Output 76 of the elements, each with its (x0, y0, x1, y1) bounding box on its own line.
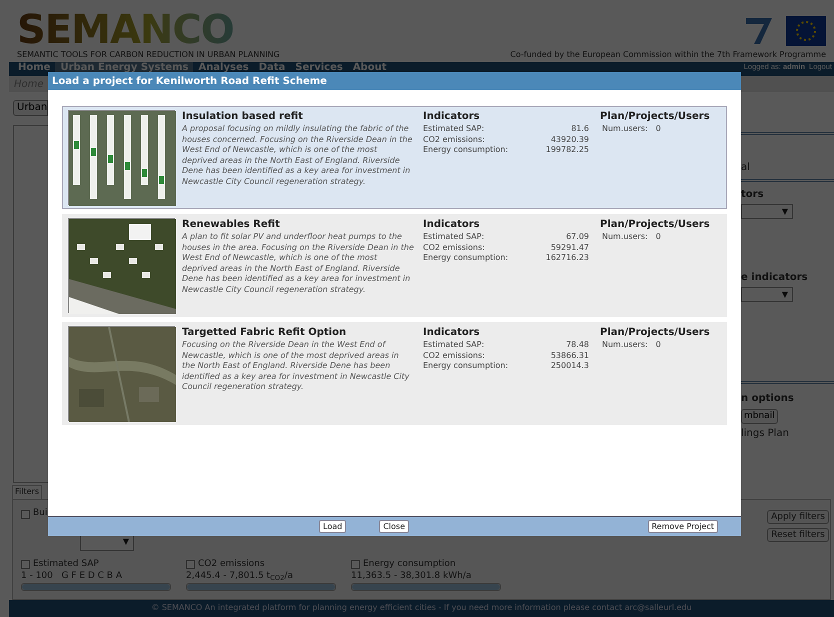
dialog-title: Load a project for Kenilworth Road Refit Scheme (52, 74, 327, 88)
indicator-value: 250014.3 (550, 361, 589, 372)
project-description: A plan to fit solar PV and underfloor heat pumps to the houses in the area. Focusing on the Riverside Dean in the West End of Newcastle, which is one of the most deprived areas in the North East of England. Riverside Dene has been identified as a key area for investment in Newcastle City Council regeneration strategy. (182, 232, 414, 295)
indicator-label: CO2 emissions: (423, 350, 485, 361)
range-label: CO2 emissions (198, 558, 265, 570)
nav-tab[interactable]: Analyses (193, 62, 254, 76)
indicator-label: Energy consumption: (423, 145, 508, 156)
indicator-value: 53866.31 (550, 350, 589, 361)
checkbox[interactable] (351, 560, 360, 568)
checkbox[interactable] (21, 560, 30, 568)
dropdown-arrow-icon: ▼ (122, 536, 129, 548)
eu-flag-icon (786, 16, 826, 46)
footer-text: © SEMANCO An integrated platform for planning energy efficient cities - If you need more information please contact arc@salleurl.edu (151, 603, 692, 613)
nav-tab[interactable]: About (348, 62, 392, 76)
project-title: Insulation based refit (182, 110, 304, 124)
dropdown-arrow-icon: ▼ (782, 206, 788, 218)
indicator-value: 78.48 (566, 340, 589, 350)
checkbox[interactable] (186, 560, 195, 568)
indicator-value: 199782.25 (546, 145, 589, 156)
panel-text: lings Plan (741, 427, 790, 441)
users-label: Num.users: (602, 232, 648, 242)
indicator-value: 81.6 (571, 124, 589, 134)
indicator-value: 43920.39 (550, 134, 589, 145)
panel-heading: e indicators (741, 271, 809, 285)
indicator-label: CO2 emissions: (423, 134, 485, 145)
dropdown-field[interactable]: ▼ (741, 287, 793, 302)
dropdown-arrow-icon: ▼ (782, 288, 788, 300)
users-heading: Plan/Projects/Users (600, 326, 710, 340)
indicators-heading: Indicators (423, 110, 481, 124)
indicator-value: 162716.23 (546, 253, 589, 264)
dialog-button[interactable]: Load (319, 520, 346, 533)
users-value: 0 (656, 124, 661, 134)
filter-button[interactable]: Reset filters (767, 528, 829, 542)
users-label: Num.users: (602, 340, 648, 350)
dialog-button[interactable]: Close (379, 520, 409, 533)
project-card[interactable] (62, 106, 727, 209)
indicator-value: 59291.47 (550, 242, 589, 253)
indicator-value: 67.09 (566, 232, 589, 242)
users-label: Num.users: (602, 124, 648, 134)
indicators-heading: Indicators (423, 218, 481, 232)
indicator-label: Energy consumption: (423, 361, 508, 372)
filter-tab[interactable]: Filters (12, 485, 42, 499)
project-title: Targetted Fabric Refit Option (182, 326, 348, 340)
site-tagline: SEMANTIC TOOLS FOR CARBON REDUCTION IN URBAN PLANNING (17, 50, 280, 60)
nav-tab[interactable]: Data (254, 62, 290, 76)
dropdown-field[interactable]: ▼ (741, 204, 793, 219)
users-heading: Plan/Projects/Users (600, 110, 710, 124)
filter-button[interactable]: Apply filters (767, 510, 829, 524)
nav-tab[interactable]: Home (13, 62, 56, 76)
checkbox-label: Bui (33, 507, 48, 520)
range-label: Estimated SAP (33, 558, 99, 570)
project-title: Renewables Refit (182, 218, 281, 232)
urban-button[interactable]: Urban (13, 100, 48, 116)
project-description: Focusing on the Riverside Dean in the West End of Newcastle, which is one of the most deprived areas in the North East of England. Riverside Dene has been identified as a key area for investment in Newcastle City Council regeneration strategy. (182, 340, 410, 392)
project-description: A proposal focusing on mildly insulating the fabric of the houses concerned. Focusing on the Riverside Dean in the West End of Newcastle, which is one of the most deprived areas in the North East of England. Riverside Dene has been identified as a key area for investment in Newcastle City Council regeneration strategy. (182, 124, 414, 187)
panel-heading: n options (741, 392, 795, 406)
indicator-label: Energy consumption: (423, 253, 508, 264)
range-label: Energy consumption (363, 558, 456, 570)
indicator-label: Estimated SAP: (423, 232, 484, 242)
users-value: 0 (656, 232, 661, 242)
panel-text: al (741, 161, 751, 175)
cofunded-text: Co-funded by the European Commission within the 7th Framework Programme (510, 50, 826, 60)
users-heading: Plan/Projects/Users (600, 218, 710, 232)
dialog-button[interactable]: Remove Project (648, 520, 718, 533)
panel-heading: tors (741, 188, 765, 202)
indicator-label: Estimated SAP: (423, 124, 484, 134)
checkbox[interactable] (21, 510, 30, 518)
indicator-label: Estimated SAP: (423, 340, 484, 350)
nav-tab[interactable]: Services (290, 62, 348, 76)
users-value: 0 (656, 340, 661, 350)
range-text: 2,445.4 - 7,801.5 t$_{CO2}$/a (186, 570, 294, 582)
indicators-heading: Indicators (423, 326, 481, 340)
range-text: 1 - 100 G F E D C B A (21, 570, 124, 582)
indicator-label: CO2 emissions: (423, 242, 485, 253)
thumbnail-button[interactable]: mbnail (741, 409, 778, 424)
range-text: 11,363.5 - 38,301.8 kWh/a (351, 570, 472, 582)
